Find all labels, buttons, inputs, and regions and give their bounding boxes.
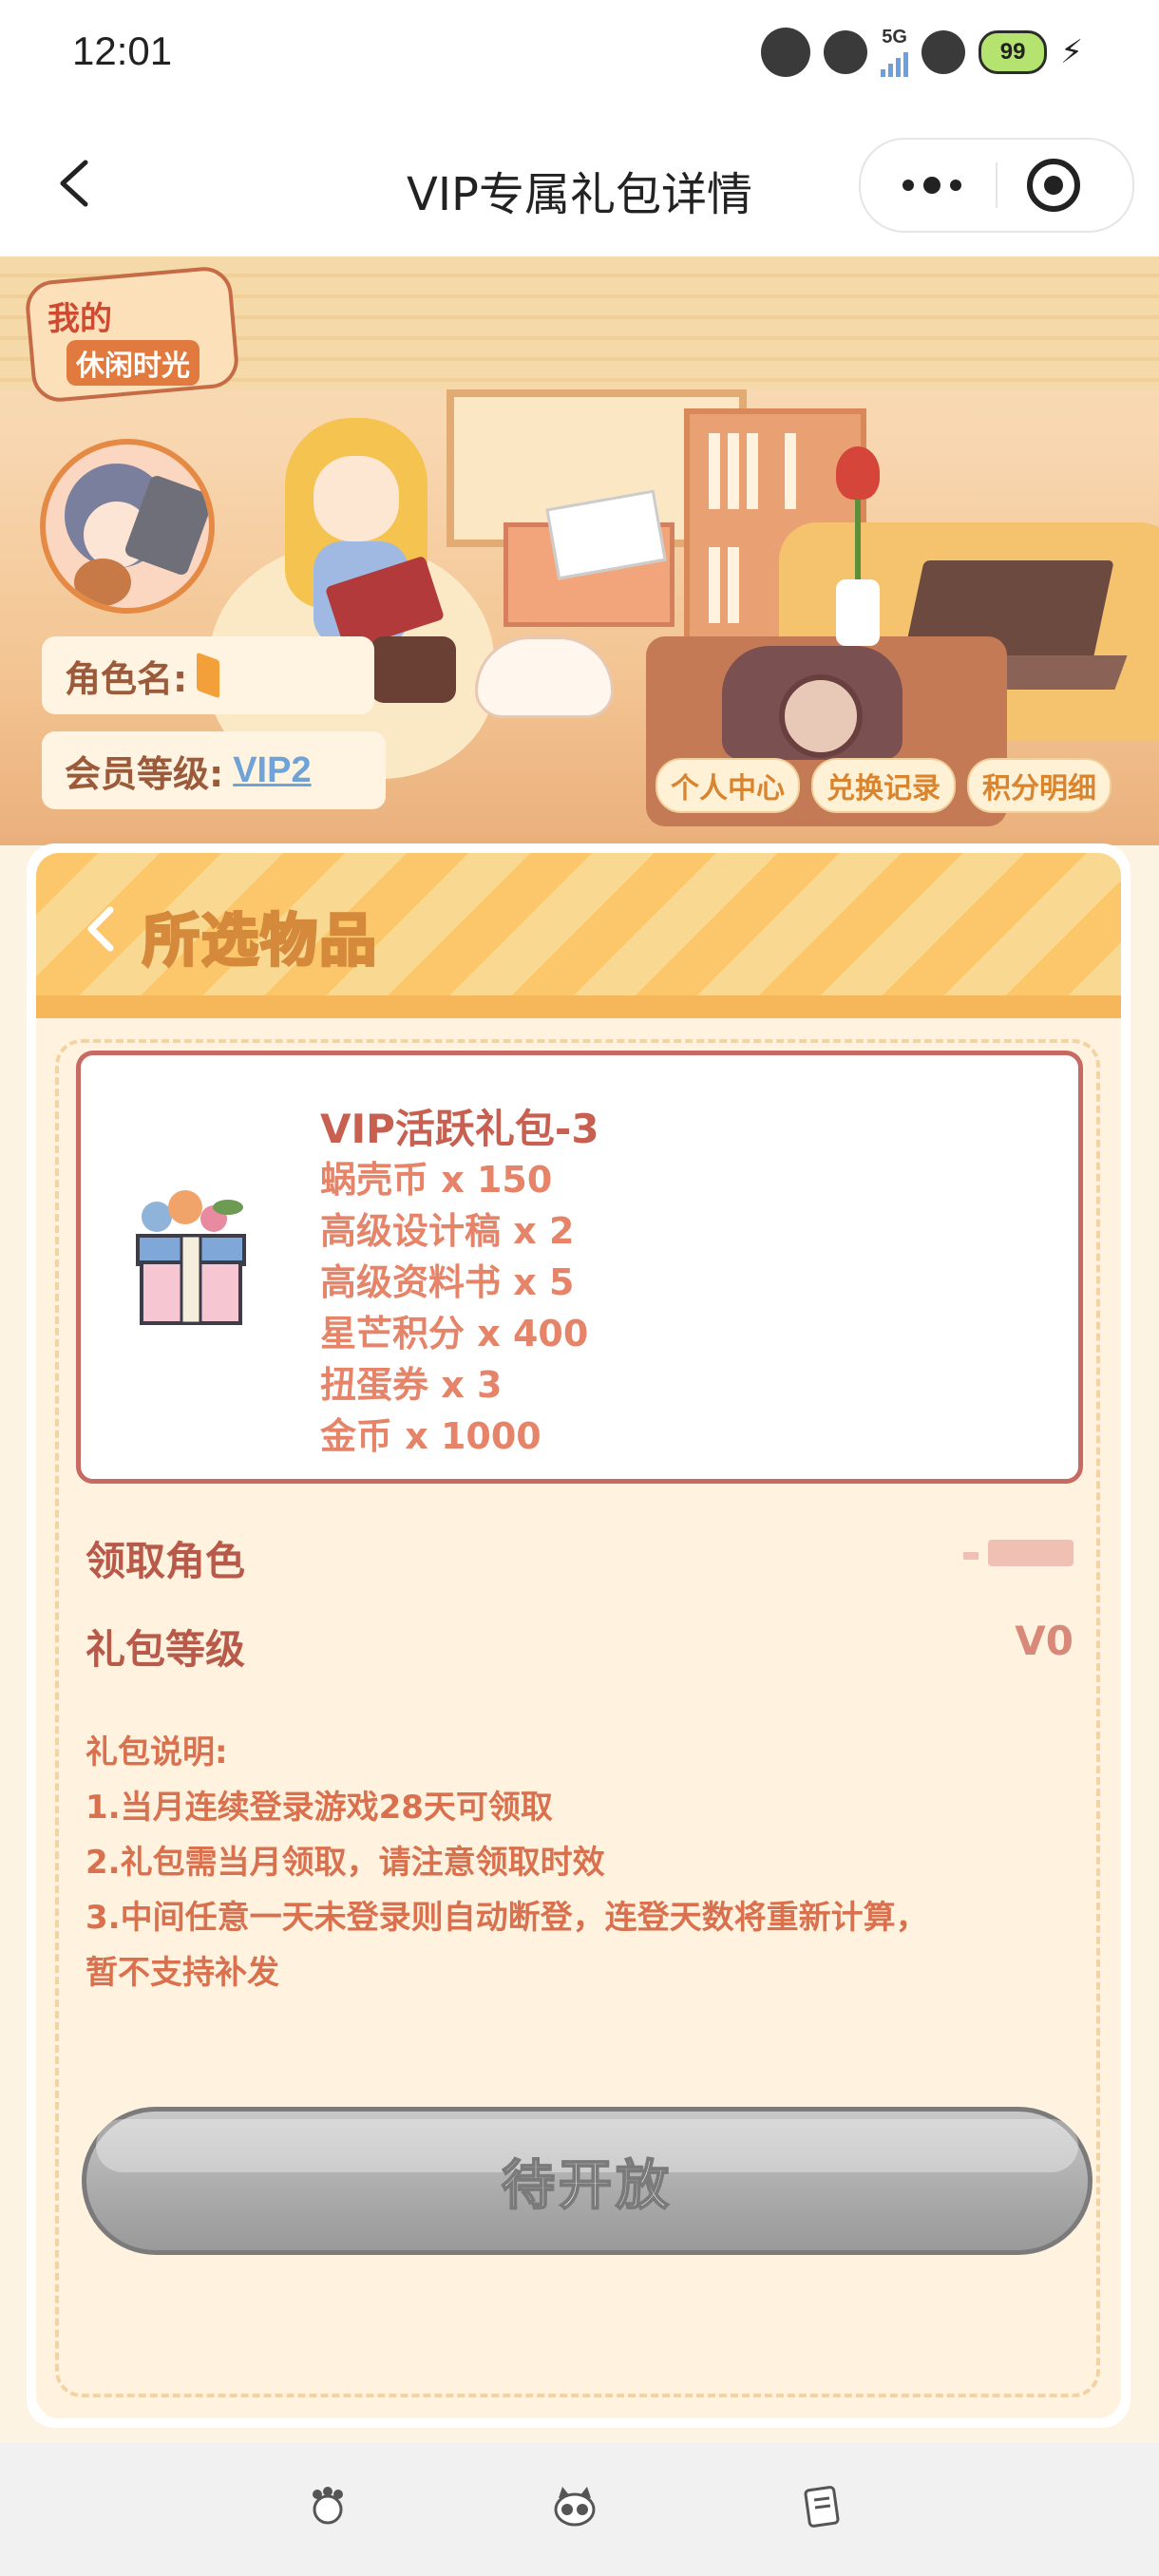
claim-role-label: 领取角色 [86, 1538, 246, 1584]
hero-banner: 我的 休闲时光 角色名: 会员等级: VIP2 个人中心 兑换记录 积分明细 [0, 256, 1159, 845]
chevron-left-icon[interactable] [82, 900, 120, 957]
gift-items-list: 蜗壳币 x 150 高级设计稿 x 2 高级资料书 x 5 星芒积分 x 400… [320, 1154, 588, 1462]
battery-level: 99 [999, 38, 1026, 65]
cat-illustration [475, 636, 614, 718]
cat-notification-icon [761, 27, 811, 77]
clock: 12:01 [72, 28, 173, 73]
gift-item-box: VIP活跃礼包-3 蜗壳币 x 150 高级设计稿 x 2 高级资料书 x 5 … [76, 1051, 1083, 1484]
signal-indicator: 5G [881, 27, 909, 77]
description-title: 礼包说明: [86, 1733, 228, 1771]
gift-item: 高级设计稿 x 2 [320, 1210, 575, 1252]
signal-icon [881, 48, 909, 77]
nav-bar: VIP专属礼包详情 [0, 109, 1159, 256]
claim-button-label: 待开放 [501, 2154, 673, 2218]
role-name-label: 角色名: [65, 657, 188, 700]
role-name-pill: 角色名: [42, 636, 374, 714]
gift-item: 金币 x 1000 [320, 1415, 542, 1457]
bottom-tab-bar [0, 2443, 1159, 2576]
cat-face-icon[interactable] [551, 2483, 598, 2530]
wifi-cat-icon [922, 29, 966, 74]
avatar [40, 439, 215, 614]
tab-personal-center[interactable]: 个人中心 [656, 758, 800, 813]
gift-level-row: 礼包等级 V0 [86, 1618, 1074, 1676]
status-icons: 5G 99 ⚡ [761, 27, 1083, 77]
gift-item: 星芒积分 x 400 [320, 1313, 589, 1354]
gift-detail-inner: 所选物品 VIP活跃礼包-3 蜗壳币 x 150 高级设计稿 x 2 高级资料书… [36, 853, 1121, 2418]
paw-icon[interactable] [304, 2483, 352, 2530]
gift-item: 蜗壳币 x 150 [320, 1159, 553, 1201]
description-line: 3.中间任意一天未登录则自动断登，连登天数将重新计算， [86, 1899, 928, 1937]
hero-tabs: 个人中心 兑换记录 积分明细 [656, 758, 1112, 813]
dot-icon [950, 180, 961, 191]
gift-name: VIP活跃礼包-3 [320, 1106, 599, 1152]
cat-notification-icon [824, 29, 868, 74]
gift-box-icon [136, 1190, 246, 1325]
note-icon[interactable] [798, 2483, 846, 2530]
status-bar: 12:01 5G 99 ⚡ [0, 0, 1159, 109]
dot-icon [923, 177, 940, 194]
tab-points-details[interactable]: 积分明细 [967, 758, 1112, 813]
telephone-dial-illustration [779, 674, 863, 758]
claim-button[interactable]: 待开放 [82, 2107, 1092, 2255]
gift-detail-card: 所选物品 VIP活跃礼包-3 蜗壳币 x 150 高级设计稿 x 2 高级资料书… [27, 843, 1130, 2428]
claim-role-value-redacted [963, 1529, 1074, 1576]
network-type: 5G [882, 27, 907, 47]
gift-description: 礼包说明: 1.当月连续登录游戏28天可领取 2.礼包需当月领取，请注意领取时效… [86, 1725, 1074, 2000]
member-level-link[interactable]: VIP2 [233, 750, 311, 791]
avatar-bear [74, 559, 131, 606]
gift-item: 高级资料书 x 5 [320, 1261, 575, 1303]
battery-icon: 99 [978, 29, 1048, 74]
gift-level-value: V0 [1015, 1618, 1074, 1664]
description-line: 1.当月连续登录游戏28天可领取 [86, 1789, 553, 1827]
close-mini-program-button[interactable] [1027, 159, 1080, 212]
card-header-edge [36, 995, 1121, 1018]
boots-illustration [370, 636, 456, 703]
gift-level-label: 礼包等级 [86, 1626, 246, 1673]
member-level-label: 会员等级: [65, 752, 224, 795]
charging-icon: ⚡ [1060, 32, 1083, 71]
tab-exchange-records[interactable]: 兑换记录 [811, 758, 956, 813]
logo-text-top: 我的 [48, 300, 112, 338]
description-line: 暂不支持补发 [86, 1954, 279, 1992]
card-title: 所选物品 [142, 907, 378, 976]
dot-icon [902, 180, 914, 191]
description-line: 2.礼包需当月领取，请注意领取时效 [86, 1844, 605, 1882]
capsule-divider [996, 162, 998, 208]
game-logo: 我的 休闲时光 [23, 264, 241, 407]
logo-text-bottom: 休闲时光 [66, 340, 200, 386]
gift-item: 扭蛋券 x 3 [320, 1364, 503, 1406]
tulip-illustration [836, 446, 880, 500]
character-face [314, 456, 399, 541]
mini-program-capsule [859, 138, 1134, 233]
role-name-redacted [197, 652, 220, 699]
more-button[interactable] [889, 159, 975, 212]
claim-role-row[interactable]: 领取角色 [86, 1529, 1074, 1587]
member-level-pill: 会员等级: VIP2 [42, 731, 386, 809]
vase-illustration [836, 579, 880, 646]
